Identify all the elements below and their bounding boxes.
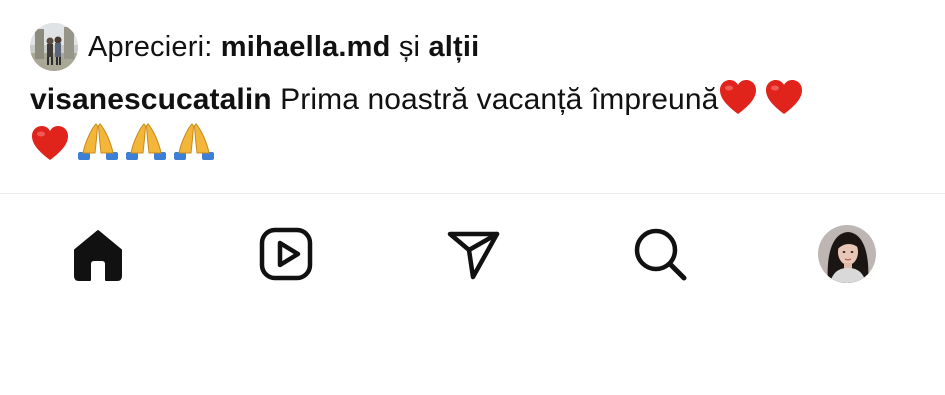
likes-prefix: Aprecieri: xyxy=(88,30,221,63)
folded-hands-icon xyxy=(76,122,120,162)
reels-icon xyxy=(258,226,314,282)
red-heart-icon xyxy=(718,78,758,116)
profile-avatar xyxy=(818,225,876,283)
search-icon xyxy=(632,226,688,282)
post-footer: Aprecieri: mihaella.md și alții visanesc… xyxy=(0,0,945,395)
likes-others-link[interactable]: alții xyxy=(428,31,479,63)
nav-direct-button[interactable] xyxy=(443,224,503,284)
home-icon xyxy=(70,226,126,282)
likes-summary: Aprecieri: mihaella.md și alții xyxy=(88,31,479,64)
nav-divider xyxy=(0,193,945,194)
direct-messages-icon xyxy=(445,226,501,282)
folded-hands-icon xyxy=(124,122,168,162)
red-heart-icon xyxy=(764,78,804,116)
liker-avatar[interactable] xyxy=(30,23,78,71)
liker-username[interactable]: mihaella.md xyxy=(221,31,391,63)
likes-row: Aprecieri: mihaella.md și alții xyxy=(30,22,479,72)
likes-conjunction: și xyxy=(390,30,429,63)
caption-text: Prima noastră vacanță împreună xyxy=(280,83,719,116)
nav-profile-button[interactable] xyxy=(817,224,877,284)
caption-username[interactable]: visanescucatalin xyxy=(30,83,272,116)
red-heart-icon xyxy=(30,124,70,162)
post-caption: visanescucatalin Prima noastră vacanță î… xyxy=(30,78,910,168)
nav-reels-button[interactable] xyxy=(256,224,316,284)
nav-home-button[interactable] xyxy=(68,224,128,284)
folded-hands-icon xyxy=(172,122,216,162)
nav-search-button[interactable] xyxy=(630,224,690,284)
